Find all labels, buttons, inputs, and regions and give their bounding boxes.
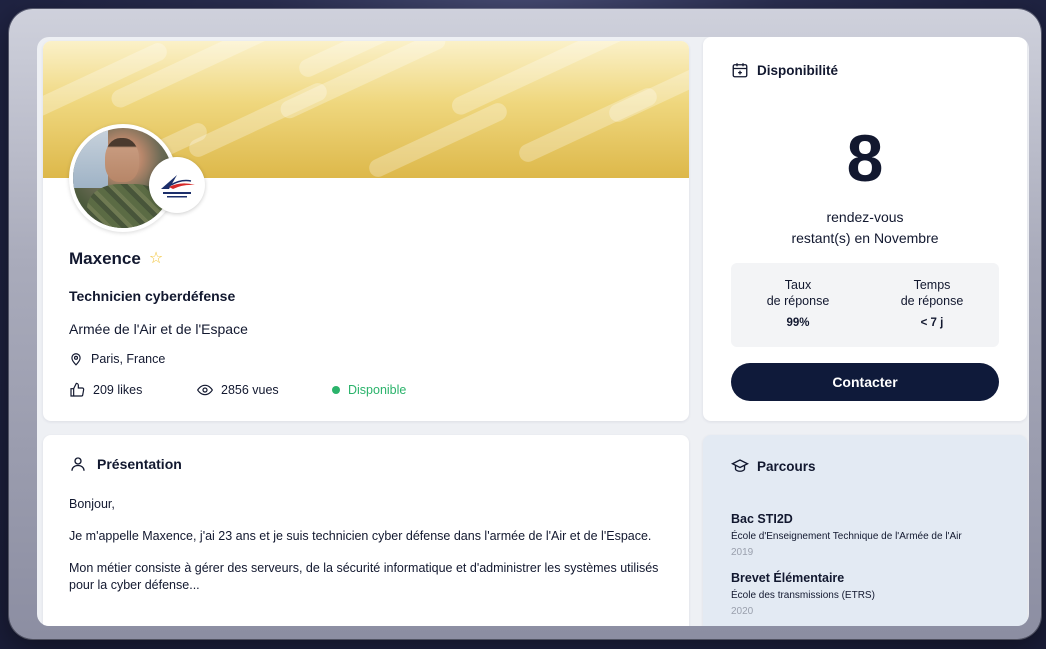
map-pin-icon — [71, 353, 81, 366]
response-rate: Taux de réponse 99% — [731, 263, 865, 347]
parcours-degree: Brevet Élémentaire — [731, 571, 845, 585]
parcours-title: Parcours — [731, 457, 816, 475]
response-time-label1: Temps — [913, 278, 951, 292]
organization-logo — [149, 157, 205, 213]
response-stats: Taux de réponse 99% Temps de réponse < 7… — [731, 263, 999, 347]
response-time-value: < 7 j — [920, 317, 944, 329]
name-row: Maxence ☆ — [69, 249, 163, 269]
star-outline-icon[interactable]: ☆ — [149, 251, 163, 267]
parcours-school: École des transmissions (ETRS) — [731, 590, 875, 601]
response-rate-label2: de réponse — [766, 294, 830, 308]
app-screen: Maxence ☆ Technicien cyberdéfense Armée … — [37, 37, 1029, 626]
profile-stats: 209 likes 2856 vues Disponible — [69, 382, 406, 398]
presentation-paragraph: Mon métier consiste à gérer des serveurs… — [69, 561, 659, 592]
presentation-title: Présentation — [69, 455, 182, 473]
availability-title: Disponibilité — [731, 61, 838, 79]
parcours-list: Bac STI2D École d'Enseignement Technique… — [731, 511, 1021, 626]
views-count: 2856 vues — [221, 383, 279, 397]
parcours-degree: Bac STI2D — [731, 512, 793, 526]
profile-name: Maxence — [69, 249, 141, 268]
views-stat: 2856 vues — [197, 382, 332, 398]
availability-title-text: Disponibilité — [757, 62, 838, 78]
appointments-desc-line1: rendez-vous — [826, 209, 904, 225]
graduation-cap-icon — [731, 459, 749, 472]
status-dot — [332, 386, 340, 394]
response-time-label2: de réponse — [900, 294, 964, 308]
list-item: Brevet Élémentaire École des transmissio… — [731, 570, 1021, 619]
user-icon — [71, 457, 85, 471]
likes-stat[interactable]: 209 likes — [69, 382, 197, 398]
job-title: Technicien cyberdéfense — [69, 288, 236, 304]
parcours-title-text: Parcours — [757, 458, 816, 474]
eye-icon — [197, 384, 213, 396]
response-rate-label1: Taux — [784, 278, 812, 292]
presentation-paragraph: Bonjour, — [69, 497, 115, 511]
presentation-card: Présentation Bonjour, Je m'appelle Maxen… — [43, 435, 689, 626]
presentation-paragraph: Je m'appelle Maxence, j'ai 23 ans et je … — [69, 529, 652, 543]
location-text: Paris, France — [91, 352, 166, 366]
likes-count: 209 likes — [93, 383, 143, 397]
appointments-description: rendez-vous restant(s) en Novembre — [703, 207, 1027, 249]
availability-card: Disponibilité 8 rendez-vous restant(s) e… — [703, 37, 1027, 421]
appointments-count: 8 — [846, 121, 884, 195]
profile-card: Maxence ☆ Technicien cyberdéfense Armée … — [43, 41, 689, 421]
status-badge: Disponible — [332, 383, 406, 397]
appointments-desc-line2: restant(s) en Novembre — [791, 230, 939, 246]
contact-button[interactable]: Contacter — [731, 363, 999, 401]
status-text: Disponible — [348, 383, 407, 397]
parcours-year: 2019 — [731, 547, 754, 558]
parcours-year: 2020 — [731, 606, 754, 617]
presentation-body: Bonjour, Je m'appelle Maxence, j'ai 23 a… — [69, 496, 669, 609]
parcours-card: Parcours Bac STI2D École d'Enseignement … — [703, 435, 1027, 626]
organization-name: Armée de l'Air et de l'Espace — [69, 321, 248, 337]
list-item: Bac STI2D École d'Enseignement Technique… — [731, 511, 1021, 560]
calendar-plus-icon — [732, 63, 748, 78]
response-rate-value: 99% — [786, 317, 810, 329]
location: Paris, France — [69, 352, 165, 366]
parcours-school: École d'Enseignement Technique de l'Armé… — [731, 531, 962, 542]
response-time: Temps de réponse < 7 j — [865, 263, 999, 347]
presentation-title-text: Présentation — [97, 456, 182, 472]
thumbs-up-icon — [70, 382, 85, 397]
